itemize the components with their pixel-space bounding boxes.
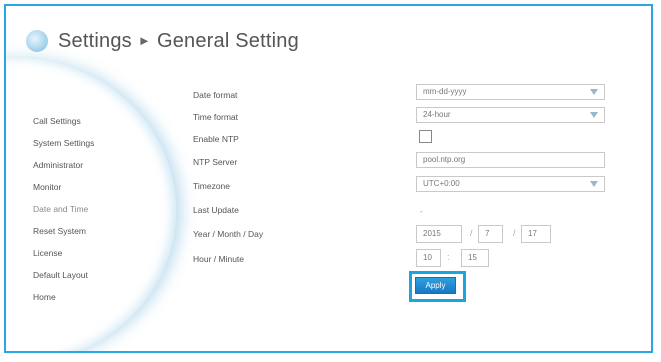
ntp-server-input[interactable]: pool.ntp.org xyxy=(416,152,605,168)
hour-minute-label: Hour / Minute xyxy=(193,254,245,264)
year-value: 2015 xyxy=(423,229,441,238)
day-input[interactable]: 17 xyxy=(521,225,551,243)
timezone-select[interactable]: UTC+0:00 xyxy=(416,176,605,192)
ntp-server-label: NTP Server xyxy=(193,157,238,167)
enable-ntp-checkbox[interactable] xyxy=(419,130,432,143)
minute-value: 15 xyxy=(468,253,477,262)
date-separator: / xyxy=(470,228,473,238)
year-month-day-label: Year / Month / Day xyxy=(193,229,264,239)
settings-window: Settings ► General Setting Call Settings S… xyxy=(4,4,653,353)
sidebar-item-monitor[interactable]: Monitor xyxy=(33,176,94,198)
gear-icon xyxy=(26,30,48,52)
date-format-select[interactable]: mm-dd-yyyy xyxy=(416,84,605,100)
page-header: Settings ► General Setting xyxy=(26,28,299,54)
sidebar-item-date-and-time[interactable]: Date and Time xyxy=(33,198,94,220)
sidebar-item-call-settings[interactable]: Call Settings xyxy=(33,110,94,132)
day-value: 17 xyxy=(528,229,537,238)
apply-button[interactable]: Apply xyxy=(415,277,456,294)
month-value: 7 xyxy=(485,229,490,238)
time-format-value: 24-hour xyxy=(423,110,451,119)
last-update-label: Last Update xyxy=(193,205,239,215)
sidebar-nav: Call Settings System Settings Administra… xyxy=(33,110,94,308)
breadcrumb-arrow-icon: ► xyxy=(137,32,151,48)
date-separator: / xyxy=(513,228,516,238)
enable-ntp-label: Enable NTP xyxy=(193,134,239,144)
year-input[interactable]: 2015 xyxy=(416,225,462,243)
sidebar-item-administrator[interactable]: Administrator xyxy=(33,154,94,176)
breadcrumb: Settings ► General Setting xyxy=(58,30,299,53)
chevron-down-icon xyxy=(590,89,598,95)
sidebar-item-license[interactable]: License xyxy=(33,242,94,264)
chevron-down-icon xyxy=(590,112,598,118)
timezone-value: UTC+0:00 xyxy=(423,179,460,188)
date-format-value: mm-dd-yyyy xyxy=(423,87,467,96)
minute-input[interactable]: 15 xyxy=(461,249,489,267)
ntp-server-value: pool.ntp.org xyxy=(423,155,466,164)
time-format-select[interactable]: 24-hour xyxy=(416,107,605,123)
hour-value: 10 xyxy=(423,253,432,262)
time-format-label: Time format xyxy=(193,112,239,122)
sidebar-item-reset-system[interactable]: Reset System xyxy=(33,220,94,242)
sidebar-item-system-settings[interactable]: System Settings xyxy=(33,132,94,154)
sidebar-item-home[interactable]: Home xyxy=(33,286,94,308)
breadcrumb-section: Settings xyxy=(58,29,132,52)
hour-input[interactable]: 10 xyxy=(416,249,441,267)
timezone-label: Timezone xyxy=(193,181,231,191)
month-input[interactable]: 7 xyxy=(478,225,503,243)
chevron-down-icon xyxy=(590,181,598,187)
date-format-label: Date format xyxy=(193,90,238,100)
time-separator: : xyxy=(447,252,450,262)
last-update-value: - xyxy=(420,207,423,216)
sidebar-item-default-layout[interactable]: Default Layout xyxy=(33,264,94,286)
page-title: General Setting xyxy=(156,29,299,52)
